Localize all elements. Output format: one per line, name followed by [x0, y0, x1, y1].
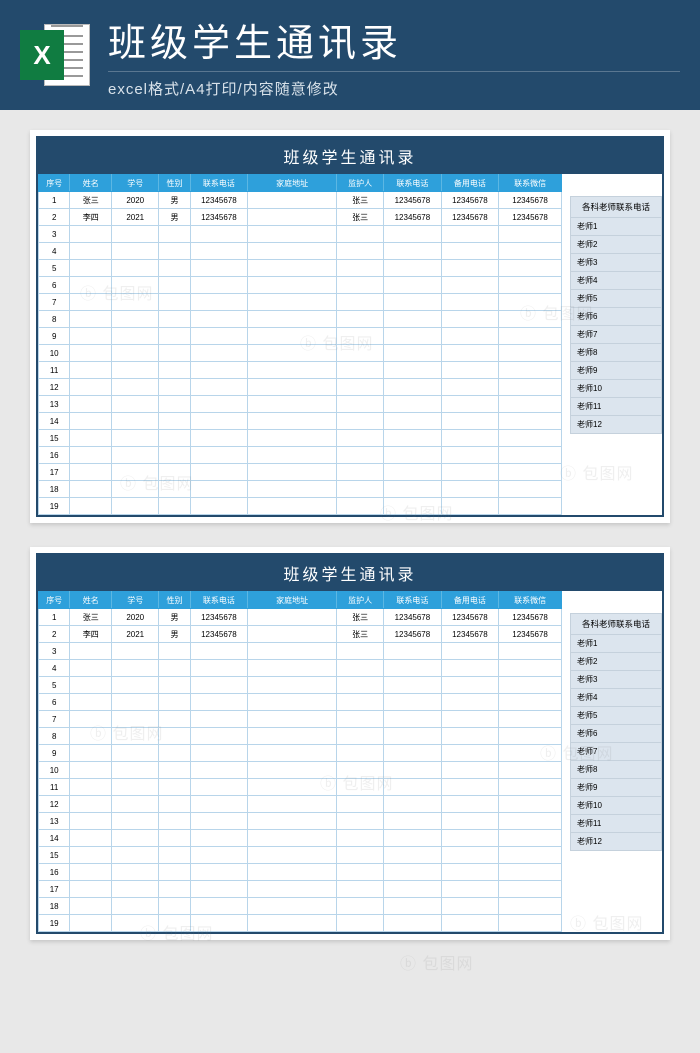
teacher-item: 老师11 — [570, 815, 662, 833]
header-titles: 班级学生通讯录 excel格式/A4打印/内容随意修改 — [108, 12, 680, 99]
teacher-item: 老师8 — [570, 761, 662, 779]
table-row: 10 — [39, 345, 562, 362]
table-row: 19 — [39, 915, 562, 932]
teacher-contact-box: 各科老师联系电话老师1老师2老师3老师4老师5老师6老师7老师8老师9老师10老… — [570, 196, 662, 434]
column-header: 序号 — [39, 175, 70, 192]
column-header: 联系电话 — [190, 175, 248, 192]
column-header: 姓名 — [70, 175, 112, 192]
preview-canvas: 班级学生通讯录序号姓名学号性别联系电话家庭地址监护人联系电话备用电话联系微信1张… — [0, 110, 700, 950]
table-row: 10 — [39, 762, 562, 779]
table-row: 5 — [39, 677, 562, 694]
teacher-item: 老师6 — [570, 725, 662, 743]
teacher-item: 老师3 — [570, 671, 662, 689]
teacher-item: 老师12 — [570, 833, 662, 851]
teacher-item: 老师8 — [570, 344, 662, 362]
page-subtitle: excel格式/A4打印/内容随意修改 — [108, 71, 680, 99]
template-preview: 班级学生通讯录序号姓名学号性别联系电话家庭地址监护人联系电话备用电话联系微信1张… — [30, 547, 670, 940]
table-row: 15 — [39, 847, 562, 864]
teacher-item: 老师1 — [570, 218, 662, 236]
column-header: 学号 — [112, 592, 159, 609]
table-row: 13 — [39, 813, 562, 830]
table-row: 12 — [39, 796, 562, 813]
table-row: 17 — [39, 464, 562, 481]
table-row: 1张三2020男12345678张三1234567812345678123456… — [39, 192, 562, 209]
table-row: 14 — [39, 830, 562, 847]
card-title: 班级学生通讯录 — [38, 138, 662, 174]
table-row: 11 — [39, 779, 562, 796]
table-row: 19 — [39, 498, 562, 515]
teacher-contact-box: 各科老师联系电话老师1老师2老师3老师4老师5老师6老师7老师8老师9老师10老… — [570, 613, 662, 851]
teacher-item: 老师4 — [570, 689, 662, 707]
teacher-item: 老师2 — [570, 653, 662, 671]
page-title: 班级学生通讯录 — [108, 12, 680, 67]
table-row: 16 — [39, 864, 562, 881]
column-header: 性别 — [159, 175, 190, 192]
template-preview: 班级学生通讯录序号姓名学号性别联系电话家庭地址监护人联系电话备用电话联系微信1张… — [30, 130, 670, 523]
table-row: 6 — [39, 277, 562, 294]
table-row: 14 — [39, 413, 562, 430]
teacher-item: 老师1 — [570, 635, 662, 653]
table-row: 3 — [39, 643, 562, 660]
column-header: 序号 — [39, 592, 70, 609]
column-header: 备用电话 — [441, 175, 499, 192]
teacher-box-header: 各科老师联系电话 — [570, 613, 662, 635]
table-row: 7 — [39, 711, 562, 728]
teacher-item: 老师9 — [570, 362, 662, 380]
column-header: 家庭地址 — [248, 592, 337, 609]
header-bar: X 班级学生通讯录 excel格式/A4打印/内容随意修改 — [0, 0, 700, 110]
teacher-item: 老师2 — [570, 236, 662, 254]
card-title: 班级学生通讯录 — [38, 555, 662, 591]
table-row: 7 — [39, 294, 562, 311]
teacher-item: 老师7 — [570, 743, 662, 761]
table-row: 1张三2020男12345678张三1234567812345678123456… — [39, 609, 562, 626]
student-table: 序号姓名学号性别联系电话家庭地址监护人联系电话备用电话联系微信1张三2020男1… — [38, 174, 562, 515]
excel-icon: X — [20, 20, 90, 90]
table-row: 15 — [39, 430, 562, 447]
table-row: 11 — [39, 362, 562, 379]
table-row: 2李四2021男12345678张三1234567812345678123456… — [39, 209, 562, 226]
column-header: 学号 — [112, 175, 159, 192]
table-row: 9 — [39, 328, 562, 345]
column-header: 性别 — [159, 592, 190, 609]
watermark: ⓑ 包图网 — [400, 950, 473, 974]
teacher-item: 老师6 — [570, 308, 662, 326]
column-header: 联系微信 — [499, 175, 562, 192]
column-header: 监护人 — [337, 175, 384, 192]
table-row: 3 — [39, 226, 562, 243]
column-header: 联系电话 — [384, 175, 442, 192]
teacher-item: 老师10 — [570, 797, 662, 815]
table-row: 18 — [39, 898, 562, 915]
teacher-item: 老师9 — [570, 779, 662, 797]
student-table: 序号姓名学号性别联系电话家庭地址监护人联系电话备用电话联系微信1张三2020男1… — [38, 591, 562, 932]
column-header: 家庭地址 — [248, 175, 337, 192]
table-row: 4 — [39, 243, 562, 260]
teacher-item: 老师4 — [570, 272, 662, 290]
teacher-item: 老师10 — [570, 380, 662, 398]
table-row: 8 — [39, 728, 562, 745]
column-header: 联系电话 — [190, 592, 248, 609]
column-header: 联系微信 — [499, 592, 562, 609]
table-row: 13 — [39, 396, 562, 413]
table-row: 18 — [39, 481, 562, 498]
table-row: 5 — [39, 260, 562, 277]
table-row: 4 — [39, 660, 562, 677]
teacher-item: 老师12 — [570, 416, 662, 434]
table-row: 12 — [39, 379, 562, 396]
column-header: 监护人 — [337, 592, 384, 609]
column-header: 联系电话 — [384, 592, 442, 609]
table-row: 2李四2021男12345678张三1234567812345678123456… — [39, 626, 562, 643]
table-row: 17 — [39, 881, 562, 898]
teacher-item: 老师5 — [570, 290, 662, 308]
table-row: 16 — [39, 447, 562, 464]
column-header: 备用电话 — [441, 592, 499, 609]
table-row: 6 — [39, 694, 562, 711]
teacher-item: 老师7 — [570, 326, 662, 344]
column-header: 姓名 — [70, 592, 112, 609]
teacher-item: 老师5 — [570, 707, 662, 725]
table-row: 8 — [39, 311, 562, 328]
teacher-item: 老师3 — [570, 254, 662, 272]
table-row: 9 — [39, 745, 562, 762]
teacher-item: 老师11 — [570, 398, 662, 416]
teacher-box-header: 各科老师联系电话 — [570, 196, 662, 218]
